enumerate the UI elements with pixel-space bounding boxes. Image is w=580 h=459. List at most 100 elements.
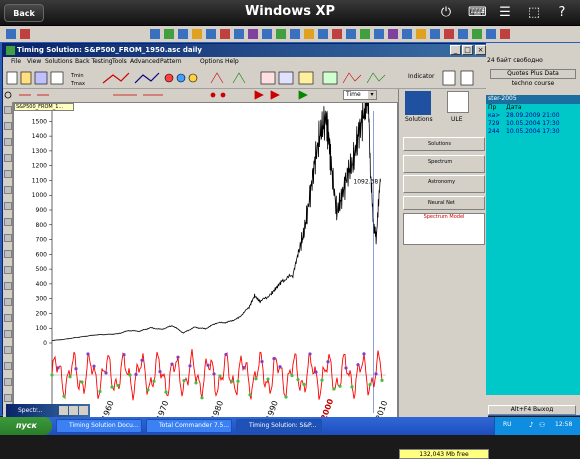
y-tick-label: 0 [43, 340, 47, 347]
tool-button[interactable] [4, 266, 12, 274]
help-icon[interactable]: ? [554, 5, 570, 21]
menu-view[interactable]: View [27, 58, 41, 65]
menu-solutions[interactable]: Solutions [45, 58, 73, 65]
tool-button[interactable] [4, 346, 12, 354]
clock: 12:58 [555, 421, 573, 428]
time-select[interactable]: Time ▾ [343, 90, 377, 100]
solutions-button[interactable]: Solutions [403, 137, 485, 151]
menu-back-testing[interactable]: Back Testing [75, 58, 113, 65]
oscillator-marker [212, 372, 216, 376]
free-space-label: 132,043 Mb free [399, 449, 489, 459]
oscillator-marker [362, 352, 366, 356]
tool-button[interactable] [4, 330, 12, 338]
tool-button[interactable] [4, 138, 12, 146]
close-button[interactable]: × [475, 45, 486, 55]
spectr-window-title[interactable]: Spectr... [6, 404, 90, 417]
list-item-date: 10.05.2004 17:30 [506, 128, 560, 135]
tool-button[interactable] [4, 154, 12, 162]
y-tick-label: 200 [36, 310, 48, 317]
list-item[interactable]: ка> 28.09.2009 21:00 [486, 112, 580, 120]
menu-pattern[interactable]: Pattern [160, 58, 182, 65]
oscillator-marker [194, 381, 198, 385]
tool-button[interactable] [4, 234, 12, 242]
keyboard-icon[interactable]: ⌨ [468, 5, 487, 21]
oscillator-marker [380, 378, 384, 382]
solutions-tab-label[interactable]: Solutions [405, 116, 433, 123]
oscillator-marker [164, 390, 168, 394]
spectrum-button[interactable]: Spectrum [403, 155, 485, 173]
tool-button[interactable] [4, 314, 12, 322]
close-button[interactable] [79, 406, 88, 415]
oscillator-marker [200, 396, 204, 400]
taskbar-item[interactable]: Timing Solution Docu... [56, 419, 142, 433]
settings-sliders-icon[interactable]: ☰ [497, 5, 513, 21]
tool-button[interactable] [4, 218, 12, 226]
tool-button[interactable] [4, 298, 12, 306]
chart-svg: 1500140013001200110010009008007006005004… [32, 94, 389, 422]
maximize-button[interactable]: □ [462, 45, 473, 55]
oscillator-line [51, 349, 383, 401]
remote-title: Windows XP [244, 4, 336, 19]
minimize-button[interactable] [59, 406, 68, 415]
indicator-label[interactable]: Indicator [408, 73, 435, 80]
column-name[interactable]: Пр [488, 104, 496, 111]
y-tick-label: 1500 [32, 118, 47, 125]
chart-tab[interactable]: S&P500_FROM_1... [14, 103, 74, 111]
menu-advanced[interactable]: Advanced [130, 58, 160, 65]
y-tick-label: 800 [36, 222, 48, 229]
list-item-name: ка> [488, 112, 501, 119]
start-label: пуск [16, 421, 37, 430]
menu-help[interactable]: Help [225, 58, 239, 65]
power-icon[interactable]: ⏻ [438, 5, 454, 21]
list-item[interactable]: 244 10.05.2004 17:30 [486, 128, 580, 136]
tool-button[interactable] [4, 106, 12, 114]
tool-button[interactable] [4, 250, 12, 258]
file-list[interactable] [486, 95, 580, 395]
neural-net-button[interactable]: Neural Net [403, 196, 485, 210]
oscillator-marker [56, 366, 60, 370]
oscillator-marker [338, 384, 342, 388]
maximize-button[interactable] [69, 406, 78, 415]
column-date[interactable]: Дата [506, 104, 522, 111]
oscillator-marker [68, 375, 72, 379]
minimize-button[interactable]: _ [450, 45, 461, 55]
oscillator-marker [170, 362, 174, 366]
start-button[interactable]: пуск [0, 417, 52, 435]
oscillator-marker [296, 377, 300, 382]
network-icon[interactable]: ⚇ [539, 421, 545, 429]
window-title: Timing Solution: S&P500_FROM_1950.asc da… [3, 44, 488, 57]
ule-tab-label[interactable]: ULE [451, 116, 463, 123]
tool-button[interactable] [4, 122, 12, 130]
tool-button[interactable] [4, 202, 12, 210]
oscillator-marker [260, 359, 264, 364]
ule-tab-icon[interactable] [447, 91, 469, 113]
oscillator-marker [116, 383, 120, 388]
oscillator-marker [80, 380, 84, 384]
tool-button[interactable] [4, 282, 12, 290]
quotes-plus-button[interactable]: Quotes Plus Data [490, 69, 576, 79]
y-tick-label: 1300 [32, 148, 47, 155]
menu-file[interactable]: File [11, 58, 21, 65]
taskbar-item[interactable]: Total Commander 7.5... [146, 419, 232, 433]
oscillator-marker [176, 355, 180, 359]
menu-options[interactable]: Options [200, 58, 223, 65]
menu-tools[interactable]: Tools [112, 58, 127, 65]
fullscreen-icon[interactable]: ⬚ [526, 5, 542, 21]
oscillator-marker [248, 393, 252, 397]
tool-button[interactable] [4, 170, 12, 178]
oscillator-marker [206, 363, 210, 367]
tool-button[interactable] [4, 378, 12, 386]
exit-button[interactable]: Alt+F4 Выход [488, 405, 576, 415]
taskbar-item-active[interactable]: Timing Solution: S&P... [236, 419, 322, 433]
tool-button[interactable] [4, 186, 12, 194]
file-list-header: ster-2005 [486, 95, 580, 104]
list-item[interactable]: 729 10.05.2004 17:30 [486, 120, 580, 128]
oscillator-marker [128, 373, 132, 377]
astronomy-button[interactable]: Astronomy [403, 175, 485, 193]
solutions-tab-icon[interactable] [405, 91, 431, 115]
tool-button[interactable] [4, 394, 12, 402]
language-indicator[interactable]: RU [503, 421, 512, 428]
volume-icon[interactable]: ♪ [529, 421, 533, 429]
tool-button[interactable] [4, 362, 12, 370]
price-chart[interactable]: S&P500_FROM_1... 1500 1400 1300 1200 1100 100… [13, 94, 398, 424]
